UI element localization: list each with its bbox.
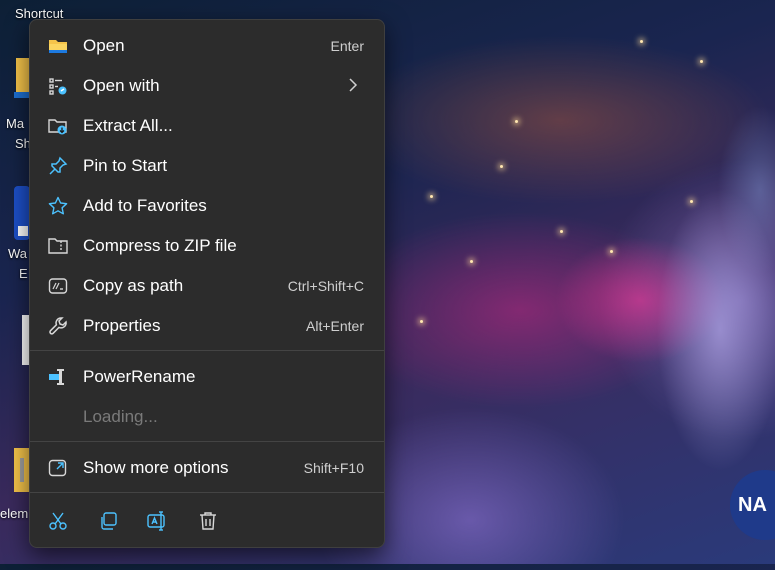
- menu-item-pin-to-start[interactable]: Pin to Start: [34, 147, 380, 185]
- menu-item-label: Properties: [83, 316, 161, 335]
- menu-item-label: Extract All...: [83, 116, 173, 135]
- menu-item-loading: Loading...: [34, 398, 380, 436]
- menu-item-label: Loading...: [83, 407, 158, 426]
- menu-item-label: Add to Favorites: [83, 196, 207, 215]
- context-menu: Open Enter Open with Extract All... Pin …: [29, 19, 385, 548]
- menu-item-label: Open with: [83, 76, 160, 95]
- show-more-icon: [48, 458, 68, 478]
- menu-separator: [30, 441, 384, 442]
- menu-item-label: Compress to ZIP file: [83, 236, 237, 255]
- shortcut-text: Shift+F10: [303, 460, 364, 476]
- shortcut-text: Alt+Enter: [306, 318, 364, 334]
- menu-item-label: Copy as path: [83, 276, 184, 295]
- menu-item-extract-all[interactable]: Extract All...: [34, 107, 380, 145]
- open-with-icon: [48, 76, 68, 96]
- copy-path-icon: [48, 276, 68, 296]
- menu-item-powerrename[interactable]: PowerRename: [34, 358, 380, 396]
- star-icon: [48, 196, 68, 216]
- menu-item-show-more-options[interactable]: Show more options Shift+F10: [34, 449, 380, 487]
- powerrename-icon: [48, 367, 68, 387]
- chevron-right-icon: [348, 78, 358, 97]
- desktop-label[interactable]: Ma: [6, 116, 24, 131]
- desktop-label[interactable]: elem: [0, 506, 28, 521]
- copy-icon: [98, 511, 118, 536]
- wrench-icon: [48, 316, 68, 336]
- delete-icon: [198, 511, 218, 536]
- extract-icon: [48, 116, 68, 136]
- cut-icon: [48, 511, 68, 536]
- menu-item-properties[interactable]: Properties Alt+Enter: [34, 307, 380, 345]
- delete-button[interactable]: [194, 509, 222, 537]
- cut-button[interactable]: [44, 509, 72, 537]
- copy-button[interactable]: [94, 509, 122, 537]
- rename-button[interactable]: [144, 509, 172, 537]
- menu-item-copy-as-path[interactable]: Copy as path Ctrl+Shift+C: [34, 267, 380, 305]
- menu-item-open-with[interactable]: Open with: [34, 67, 380, 105]
- shortcut-text: Ctrl+Shift+C: [287, 278, 364, 294]
- menu-item-label: Open: [83, 36, 125, 55]
- menu-item-add-to-favorites[interactable]: Add to Favorites: [34, 187, 380, 225]
- desktop-app-icon[interactable]: [14, 186, 30, 245]
- desktop-shortcut-icon[interactable]: [14, 58, 30, 103]
- menu-item-compress-zip[interactable]: Compress to ZIP file: [34, 227, 380, 265]
- menu-item-label: Show more options: [83, 458, 229, 477]
- menu-item-label: PowerRename: [83, 367, 196, 386]
- rename-icon: [147, 510, 169, 536]
- menu-item-open[interactable]: Open Enter: [34, 27, 380, 65]
- desktop-label[interactable]: Wa: [8, 246, 27, 261]
- desktop-zip-icon[interactable]: [14, 448, 30, 497]
- menu-separator: [30, 350, 384, 351]
- shortcut-text: Enter: [330, 38, 364, 54]
- pin-icon: [48, 156, 68, 176]
- folder-icon: [48, 36, 68, 56]
- desktop-label[interactable]: E: [19, 266, 28, 281]
- menu-separator: [30, 492, 384, 493]
- zip-icon: [48, 236, 68, 256]
- menu-item-label: Pin to Start: [83, 156, 168, 175]
